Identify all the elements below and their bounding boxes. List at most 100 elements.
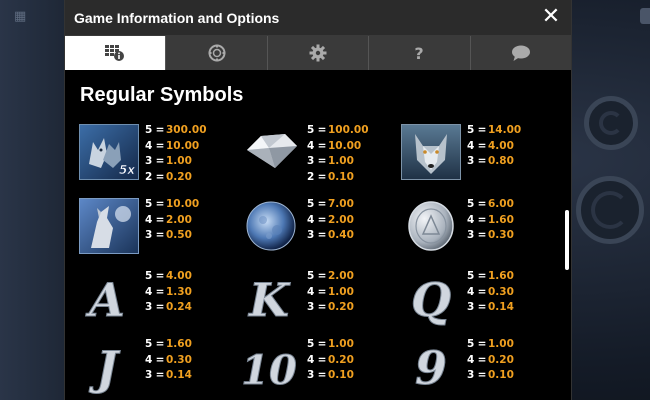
pay-list: 5 = 1.60 4 = 0.30 3 = 0.14 [145, 338, 192, 385]
menu-icon[interactable]: ▦ [14, 8, 26, 24]
section-title: Regular Symbols [80, 84, 244, 106]
pay-row: 3 = 1.00 [307, 155, 354, 167]
game-info-modal: Game Information and Options ✕ ? Regular… [64, 0, 572, 400]
background-left-panel: ▦ [0, 0, 66, 400]
pay-row: 3 = 0.50 [145, 229, 192, 241]
pay-row: 5 = 1.60 [467, 270, 514, 282]
pay-list: 5 = 100.00 4 = 10.00 3 = 1.00 2 = 0.10 [307, 124, 369, 186]
chip-icon [208, 44, 226, 62]
pay-list: 5 = 6.00 4 = 1.60 3 = 0.30 [467, 198, 514, 245]
symbol-letter-q: Q 5 = 1.60 4 = 0.30 3 = 0.14 [401, 270, 551, 330]
letter-j-icon: J [88, 341, 122, 395]
pay-row: 2 = 0.10 [307, 170, 354, 183]
question-icon: ? [415, 44, 424, 62]
svg-text:?: ? [415, 44, 424, 62]
pay-row: 5 = 100.00 [307, 124, 369, 136]
pay-row: 3 = 0.10 [307, 369, 354, 381]
spin-button-bg [576, 176, 644, 244]
pay-row: 5 = 1.00 [307, 338, 354, 350]
svg-text:A: A [85, 273, 125, 326]
number-10-icon: 10 [241, 347, 297, 395]
svg-text:5x: 5x [119, 163, 136, 177]
symbol-silver-coin: 5 = 6.00 4 = 1.60 3 = 0.30 [401, 198, 551, 258]
pay-row: 5 = 4.00 [145, 270, 192, 282]
pay-row: 4 = 4.00 [467, 139, 514, 152]
pay-row: 4 = 0.30 [145, 353, 192, 366]
pay-row: 4 = 1.60 [467, 213, 514, 226]
pay-list: 5 = 300.00 4 = 10.00 3 = 1.00 2 = 0.20 [145, 124, 207, 186]
pay-row: 3 = 0.30 [467, 229, 514, 241]
svg-text:Q: Q [411, 273, 451, 326]
number-9-icon: 9 [414, 341, 447, 395]
letter-k-icon: K [247, 273, 292, 327]
tab-settings[interactable] [268, 36, 370, 70]
gear-icon [309, 44, 327, 62]
pay-list: 5 = 1.00 4 = 0.20 3 = 0.10 [467, 338, 514, 385]
moon-icon [246, 201, 296, 251]
pay-row: 3 = 0.24 [145, 301, 192, 313]
symbol-number-9: 9 5 = 1.00 4 = 0.20 3 = 0.10 [401, 338, 551, 398]
pay-row: 4 = 1.00 [307, 285, 354, 298]
wolf-face-icon [401, 124, 461, 180]
pay-list: 5 = 4.00 4 = 1.30 3 = 0.24 [145, 270, 192, 317]
pay-row: 4 = 0.20 [467, 353, 514, 366]
svg-text:J: J [88, 341, 121, 394]
svg-text:9: 9 [415, 341, 447, 394]
symbol-wolf-pack-wild: 5x 5 = 300.00 4 = 10.00 3 = 1.00 2 = 0.20 [79, 124, 229, 184]
speech-bubble-icon [511, 45, 530, 61]
pay-row: 4 = 2.00 [307, 213, 354, 226]
symbol-wolf-face: 5 = 14.00 4 = 4.00 3 = 0.80 [401, 124, 551, 184]
pay-row: 3 = 0.40 [307, 229, 354, 241]
scrollbar-thumb[interactable] [565, 210, 569, 270]
tab-chat[interactable] [471, 36, 571, 70]
wolf-pack-icon: 5x [79, 124, 139, 180]
symbol-number-10: 10 5 = 1.00 4 = 0.20 3 = 0.10 [241, 338, 391, 398]
tab-rules[interactable] [166, 36, 268, 70]
svg-text:K: K [247, 273, 291, 326]
pay-row: 5 = 6.00 [467, 198, 514, 210]
pay-list: 5 = 2.00 4 = 1.00 3 = 0.20 [307, 270, 354, 317]
pay-row: 5 = 1.60 [145, 338, 192, 350]
pay-row: 5 = 7.00 [307, 198, 354, 210]
pay-list: 5 = 7.00 4 = 2.00 3 = 0.40 [307, 198, 354, 245]
pay-row: 3 = 0.80 [467, 155, 514, 167]
pay-row: 3 = 0.20 [307, 301, 354, 313]
pay-list: 5 = 1.00 4 = 0.20 3 = 0.10 [307, 338, 354, 385]
background-right-tab [640, 8, 650, 24]
pay-row: 4 = 10.00 [145, 139, 200, 152]
symbol-howling-wolf: 5 = 10.00 4 = 2.00 3 = 0.50 [79, 198, 229, 258]
pay-list: 5 = 1.60 4 = 0.30 3 = 0.14 [467, 270, 514, 317]
pay-row: 4 = 0.20 [307, 353, 354, 366]
pay-row: 3 = 1.00 [145, 155, 192, 167]
symbol-diamond: 5 = 100.00 4 = 10.00 3 = 1.00 2 = 0.10 [241, 124, 391, 184]
pay-row: 4 = 1.30 [145, 285, 192, 298]
pay-row: 5 = 1.00 [467, 338, 514, 350]
pay-row: 5 = 14.00 [467, 124, 522, 136]
autoplay-button-bg [584, 96, 638, 150]
diamond-icon [247, 134, 297, 168]
letter-a-icon: A [85, 273, 126, 327]
silver-coin-icon [408, 201, 454, 251]
close-icon[interactable]: ✕ [539, 4, 563, 28]
pay-row: 4 = 0.30 [467, 285, 514, 298]
modal-title: Game Information and Options [74, 10, 280, 26]
pay-row: 3 = 0.14 [145, 369, 192, 381]
pay-row: 2 = 0.20 [145, 170, 192, 183]
symbol-letter-j: J 5 = 1.60 4 = 0.30 3 = 0.14 [79, 338, 229, 398]
tab-paytable[interactable] [65, 36, 167, 70]
svg-text:10: 10 [241, 347, 297, 394]
pay-row: 3 = 0.10 [467, 369, 514, 381]
tab-bar: ? [65, 36, 571, 70]
symbol-moon: 5 = 7.00 4 = 2.00 3 = 0.40 [241, 198, 391, 258]
symbol-letter-k: K 5 = 2.00 4 = 1.00 3 = 0.20 [241, 270, 391, 330]
paytable-content: Regular Symbols 5x 5 = 300.00 4 = 10.00 3 = 1.… [65, 70, 571, 400]
howling-wolf-icon [79, 198, 139, 254]
tab-help[interactable]: ? [369, 36, 471, 70]
pay-row: 5 = 10.00 [145, 198, 200, 210]
pay-row: 4 = 10.00 [307, 139, 362, 152]
pay-row: 4 = 2.00 [145, 213, 192, 226]
pay-list: 5 = 10.00 4 = 2.00 3 = 0.50 [145, 198, 199, 245]
pay-row: 3 = 0.14 [467, 301, 514, 313]
modal-header: Game Information and Options ✕ [65, 0, 571, 36]
symbol-letter-a: A 5 = 4.00 4 = 1.30 3 = 0.24 [79, 270, 229, 330]
